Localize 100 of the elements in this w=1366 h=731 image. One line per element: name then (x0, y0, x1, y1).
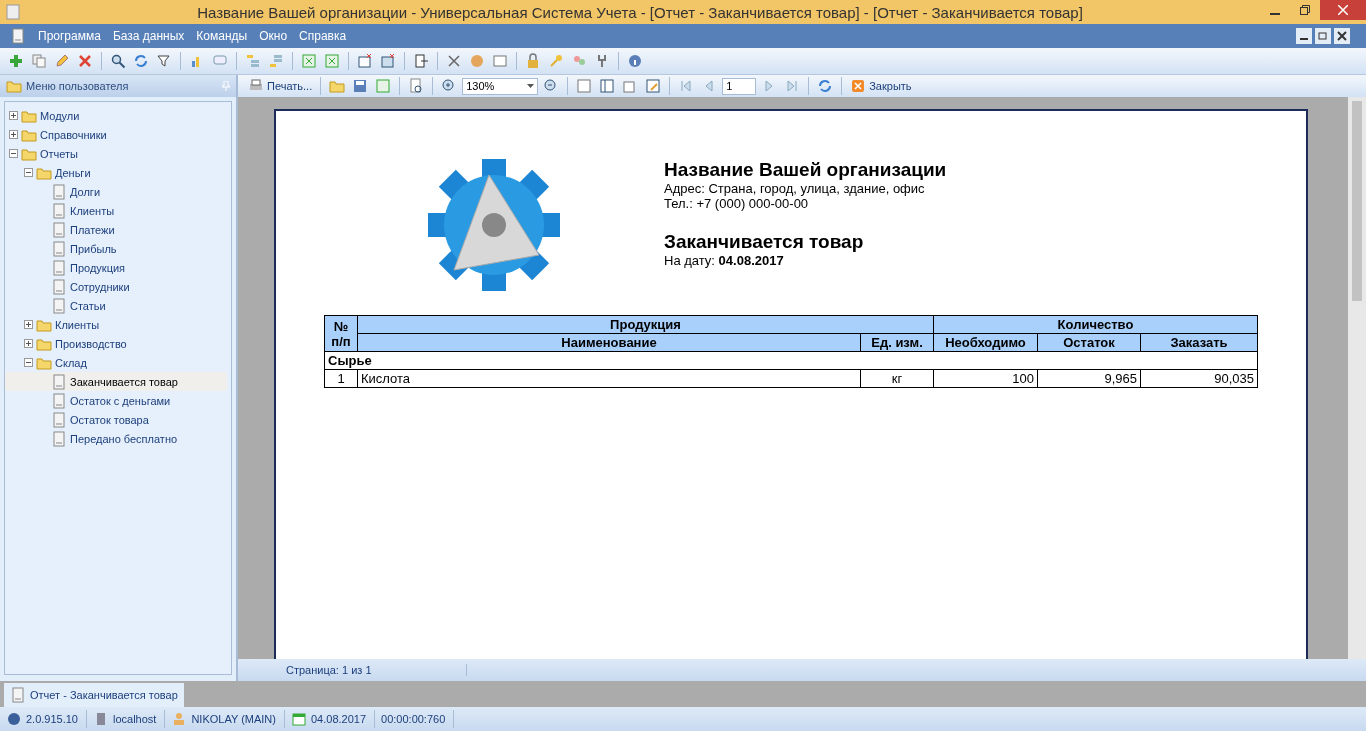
tree-item[interactable]: Платежи (5, 220, 227, 239)
page-number-field[interactable]: 1 (722, 77, 757, 95)
table-cell: 90,035 (1140, 369, 1258, 388)
tree-item[interactable]: Деньги (5, 163, 227, 182)
tree-item[interactable]: Остаток с деньгами (5, 391, 227, 410)
delete-icon[interactable] (77, 53, 93, 69)
status-text: NIKOLAY (MAIN) (191, 713, 276, 725)
document-icon (10, 687, 26, 703)
report-icon (51, 240, 67, 257)
report-icon (51, 278, 67, 295)
page-search-icon[interactable] (408, 78, 425, 94)
report-icon (51, 297, 67, 314)
column-header: № п/п (324, 315, 358, 352)
window-title: Название Вашей организации - Универсальная Система Учета - [Отчет - Заканчивается товар] - [Отчет - Заканчивается товар] (196, 3, 1084, 21)
report-date: На дату: 04.08.2017 (664, 253, 785, 268)
menu-item[interactable]: Окно (259, 29, 288, 43)
section-cell: Сырье (324, 351, 1258, 370)
window-icon[interactable] (380, 53, 396, 69)
report-icon (51, 430, 67, 447)
organization-phone: Тел.: +7 (000) 000-00-00 (664, 196, 810, 211)
tree-item[interactable]: Заканчивается товар (5, 372, 227, 391)
print-button[interactable]: Печать... (246, 78, 315, 94)
tree-item[interactable]: Клиенты (5, 315, 227, 334)
refresh-icon[interactable] (817, 78, 834, 94)
column-group-header: Продукция (357, 315, 934, 334)
report-title: Заканчивается товар (664, 231, 865, 253)
layout-icon[interactable] (599, 78, 616, 94)
lock-icon[interactable] (525, 53, 541, 69)
tree-item[interactable]: Склад (5, 353, 227, 372)
search-icon[interactable] (110, 53, 126, 69)
page-indicator: Страница: 1 из 1 (238, 664, 467, 676)
tree-item[interactable]: Статьи (5, 296, 227, 315)
collapse-icon[interactable] (24, 168, 33, 177)
folder-icon[interactable] (329, 78, 346, 94)
report-icon (51, 221, 67, 238)
window-icon[interactable] (357, 53, 373, 69)
table-cell: кг (860, 369, 934, 388)
close-icon (850, 78, 867, 94)
app-icon (6, 4, 20, 20)
spreadsheet-icon[interactable] (324, 53, 340, 69)
status-text: 00:00:00:760 (381, 713, 446, 725)
refresh-icon[interactable] (133, 53, 149, 69)
table-cell: 1 (324, 369, 358, 388)
calendar-icon (291, 711, 307, 727)
edit-page-icon[interactable] (645, 78, 662, 94)
expand-icon[interactable] (9, 130, 18, 139)
minimize-icon (1270, 13, 1280, 15)
report-icon (51, 259, 67, 276)
status-text: 04.08.2017 (311, 713, 367, 725)
dropdown-arrow-icon (527, 84, 535, 88)
menu-item[interactable]: Команды (196, 29, 248, 43)
exit-icon[interactable] (413, 53, 429, 69)
tree-item[interactable]: Модули (5, 106, 227, 125)
collapse-icon[interactable] (9, 149, 18, 158)
tree-item[interactable]: Производство (5, 334, 227, 353)
report-icon (51, 392, 67, 409)
organization-address: Адрес: Страна, город, улица, здание, офис (664, 181, 926, 196)
panel-title: Меню пользователя (26, 80, 130, 92)
expand-icon[interactable] (9, 111, 18, 120)
report-icon (51, 202, 67, 219)
tree-item[interactable]: Отчеты (5, 144, 227, 163)
expand-icon[interactable] (24, 320, 33, 329)
table-cell: 9,965 (1037, 369, 1141, 388)
tree-item[interactable]: Сотрудники (5, 277, 227, 296)
collapse-icon[interactable] (24, 358, 33, 367)
expand-icon[interactable] (24, 339, 33, 348)
copy-icon[interactable] (31, 53, 47, 69)
report-icon (51, 183, 67, 200)
menu-item[interactable]: Справка (299, 29, 347, 43)
report-icon (51, 411, 67, 428)
column-group-header: Количество (933, 315, 1258, 334)
tree-item[interactable]: Продукция (5, 258, 227, 277)
filter-icon[interactable] (156, 53, 172, 69)
menu-item[interactable]: База данных (112, 29, 185, 43)
spreadsheet-icon[interactable] (301, 53, 317, 69)
tree-item[interactable]: Прибыль (5, 239, 227, 258)
vertical-scrollbar[interactable] (1348, 97, 1366, 659)
pencil-icon[interactable] (54, 53, 70, 69)
tree-item[interactable]: Клиенты (5, 201, 227, 220)
document-icon (10, 28, 26, 44)
table-cell: Кислота (357, 369, 861, 388)
save-icon[interactable] (352, 78, 369, 94)
folder-icon (6, 78, 22, 94)
close-icon (1338, 5, 1348, 15)
table-cell: 100 (933, 369, 1038, 388)
close-button[interactable] (1320, 0, 1366, 20)
tree-item[interactable]: Долги (5, 182, 227, 201)
close-report-button[interactable]: Закрыть (848, 78, 914, 94)
status-text: 2.0.915.10 (26, 713, 78, 725)
document-tab[interactable]: Отчет - Заканчивается товар (4, 683, 184, 707)
menu-item[interactable]: Программа (38, 29, 101, 43)
add-icon[interactable] (8, 53, 24, 69)
tree-item[interactable]: Справочники (5, 125, 227, 144)
restore-icon (1300, 5, 1310, 15)
tree-item[interactable]: Остаток товара (5, 410, 227, 429)
tree-item[interactable]: Передано бесплатно (5, 429, 227, 448)
zoom-dropdown[interactable]: 130% (462, 77, 539, 95)
status-text: localhost (113, 713, 157, 725)
report-icon (51, 373, 67, 390)
mdi-window-controls-icon[interactable] (1296, 28, 1352, 44)
